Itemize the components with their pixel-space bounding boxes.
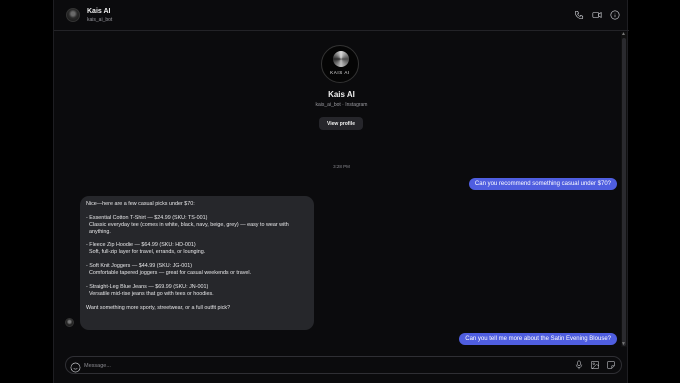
list-item-desc: Versatile mid-rise jeans that go with te…	[89, 290, 214, 297]
list-item-desc: Soft, full-zip layer for travel, errands…	[89, 249, 206, 256]
list-item-title: - Essential Cotton T-Shirt — $24.99 (SKU…	[86, 214, 208, 221]
info-icon[interactable]	[609, 9, 621, 21]
scroll-up-arrow-icon[interactable]: ▲	[621, 31, 626, 37]
logo-swirl-icon	[333, 51, 349, 67]
phone-icon[interactable]	[573, 9, 585, 21]
logo-text: KAIS AI	[330, 70, 350, 75]
list-item-desc: Classic everyday tee (comes in white, bl…	[89, 221, 289, 235]
message-input[interactable]	[84, 360, 284, 371]
incoming-message[interactable]: Nice—here are a few casual picks under $…	[80, 196, 314, 330]
chat-window: Kais AI kais_ai_bot ▲ ▼ KAIS AI Kais AI …	[53, 0, 629, 383]
view-profile-button[interactable]: View profile	[319, 117, 363, 130]
message-timestamp: 3:28 PM	[333, 164, 350, 169]
message-intro: Nice—here are a few casual picks under $…	[86, 201, 195, 207]
image-icon[interactable]	[590, 360, 601, 371]
profile-avatar[interactable]: KAIS AI	[321, 45, 359, 83]
microphone-icon[interactable]	[574, 360, 585, 371]
emoji-icon[interactable]	[70, 360, 81, 373]
header-username: kais_ai_bot	[87, 17, 113, 23]
scrollbar-thumb[interactable]	[622, 38, 626, 346]
scroll-down-arrow-icon[interactable]: ▼	[621, 341, 626, 347]
outgoing-message[interactable]: Can you tell me more about the Satin Eve…	[459, 333, 617, 345]
sticker-icon[interactable]	[606, 360, 617, 371]
profile-name: Kais AI	[328, 90, 355, 99]
message-composer	[65, 356, 622, 374]
header-avatar[interactable]	[66, 8, 80, 22]
list-item-title: - Fleece Zip Hoodie — $64.99 (SKU: HD-00…	[86, 242, 196, 249]
list-item-title: - Soft Knit Joggers — $44.99 (SKU: JG-00…	[86, 263, 193, 270]
sender-avatar[interactable]	[65, 318, 74, 327]
message-outro: Want something more sporty, streetwear, …	[86, 304, 231, 311]
profile-subtitle: kais_ai_bot · Instagram	[315, 102, 368, 108]
header-name[interactable]: Kais AI	[87, 8, 110, 15]
list-item-desc: Comfortable tapered joggers — great for …	[89, 270, 252, 277]
outgoing-message[interactable]: Can you recommend something casual under…	[468, 178, 617, 190]
video-icon[interactable]	[591, 9, 603, 21]
list-item-title: - Straight-Leg Blue Jeans — $69.99 (SKU:…	[86, 283, 209, 290]
chat-header: Kais AI kais_ai_bot	[54, 0, 629, 31]
